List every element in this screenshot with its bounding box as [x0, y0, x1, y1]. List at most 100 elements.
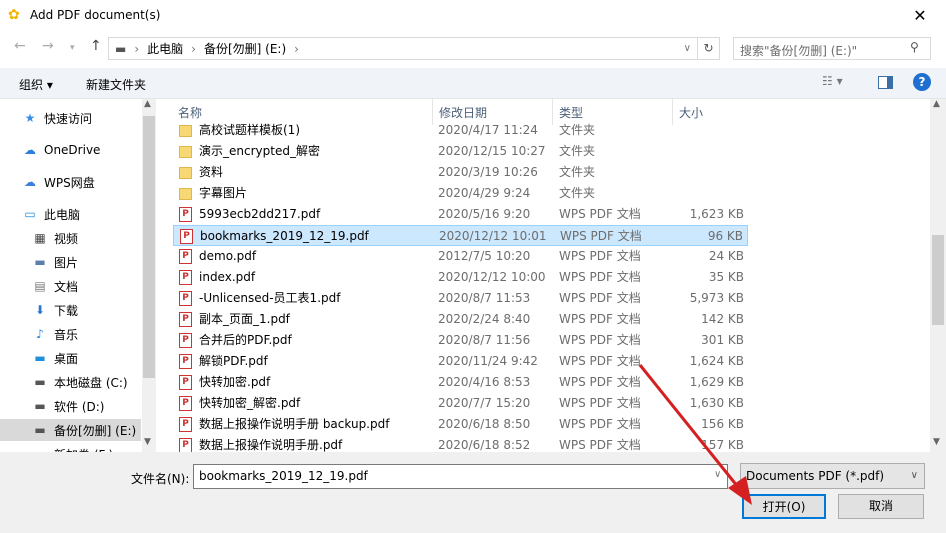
recent-dropdown-icon[interactable]: ▾ [70, 43, 75, 53]
file-row[interactable]: Pdemo.pdf 2012/7/5 10:20 WPS PDF 文档 24 KB [173, 246, 748, 267]
pdf-file-icon: P [180, 229, 193, 244]
file-type: WPS PDF 文档 [560, 229, 642, 243]
nav-item[interactable]: ▬ 桌面 [0, 347, 141, 369]
nav-item[interactable]: ☁ OneDrive [0, 139, 141, 161]
file-date: 2020/12/12 10:00 [438, 270, 546, 284]
column-date[interactable]: 修改日期 [439, 104, 487, 121]
toolbar: 组织 ▾ 新建文件夹 ☷ ▾ ? [0, 68, 946, 99]
file-type: WPS PDF 文档 [559, 312, 641, 326]
file-row[interactable]: 字幕图片 2020/4/29 9:24 文件夹 [173, 183, 748, 204]
file-name: 数据上报操作说明手册.pdf [199, 438, 343, 452]
file-row[interactable]: 高校试题样模板(1) 2020/4/17 11:24 文件夹 [173, 120, 748, 141]
nav-item[interactable]: ★ 快速访问 [0, 107, 141, 129]
file-type: WPS PDF 文档 [559, 438, 641, 452]
filename-label: 文件名(N): [131, 472, 190, 486]
breadcrumb-drive-e[interactable]: 备份[勿删] (E:) [204, 40, 286, 57]
nav-scrollbar[interactable]: ▲ ▼ [142, 99, 156, 452]
file-row[interactable]: 演示_encrypted_解密 2020/12/15 10:27 文件夹 [173, 141, 748, 162]
file-size: 1,629 KB [689, 375, 744, 389]
column-type[interactable]: 类型 [559, 104, 583, 121]
preview-pane-icon[interactable] [878, 76, 893, 89]
filename-dropdown-icon[interactable]: ∨ [714, 469, 721, 480]
file-list-scrollbar[interactable]: ▲ ▼ [930, 99, 946, 452]
new-folder-button[interactable]: 新建文件夹 [86, 76, 146, 93]
file-type: WPS PDF 文档 [559, 207, 641, 221]
column-name[interactable]: 名称 [178, 104, 202, 121]
pdf-file-icon: P [179, 417, 192, 432]
nav-label: 快速访问 [44, 111, 93, 126]
filename-input[interactable]: bookmarks_2019_12_19.pdf [193, 464, 728, 489]
file-name: 副本_页面_1.pdf [199, 312, 290, 326]
nav-icon: ☁ [24, 175, 36, 189]
view-options-icon[interactable]: ☷ ▾ [822, 74, 843, 88]
file-row[interactable]: P -Unlicensed-员工表1.pdf 2020/8/7 11:53 WPS P… [173, 288, 748, 309]
nav-icon: ♪ [36, 327, 44, 341]
address-dropdown-icon[interactable]: ∨ [684, 43, 691, 54]
pdf-file-icon: P [179, 354, 192, 369]
file-name: 快转加密_解密.pdf [199, 396, 301, 410]
nav-item[interactable]: ▭ 此电脑 [0, 203, 141, 225]
nav-icon: ☁ [24, 143, 36, 157]
help-icon[interactable]: ? [913, 73, 931, 91]
back-button[interactable]: ← [14, 38, 26, 54]
open-button[interactable]: 打开(O) [742, 494, 826, 519]
file-size: 157 KB [701, 438, 744, 452]
file-name: 数据上报操作说明手册 backup.pdf [199, 417, 390, 431]
file-date: 2020/3/19 10:26 [438, 165, 538, 179]
refresh-button[interactable]: ↻ [698, 37, 720, 60]
file-row[interactable]: P 数据上报操作说明手册 backup.pdf 2020/6/18 8:50 WPS … [173, 414, 748, 435]
nav-item[interactable]: ▦ 视频 [0, 227, 141, 249]
file-size: 142 KB [701, 312, 744, 326]
nav-item[interactable]: ▬新加卷 (F:) [0, 443, 141, 452]
pdf-file-icon: P [179, 249, 192, 264]
file-name: 字幕图片 [199, 186, 248, 200]
nav-label: 本地磁盘 (C:) [54, 375, 128, 390]
file-type: WPS PDF 文档 [559, 270, 641, 284]
file-date: 2020/7/7 15:20 [438, 396, 531, 410]
file-row[interactable]: P 5993ecb2dd217.pdf 2020/5/16 9:20 WPS PDF … [173, 204, 748, 225]
nav-item[interactable]: ☁ WPS网盘 [0, 171, 141, 193]
file-row[interactable]: Pbookmarks_2019_12_19.pdf 2020/12/12 10:0… [173, 225, 748, 246]
address-bar[interactable]: ▬ › 此电脑 › 备份[勿删] (E:) › ∨ [108, 37, 698, 60]
breadcrumb-this-pc[interactable]: 此电脑 [147, 40, 183, 57]
nav-item[interactable]: ♪ 音乐 [0, 323, 141, 345]
navigation-pane: ★ 快速访问 ☁ OneDrive ☁ WPS网盘 ▭ 此电脑 ▦ 视频 ▬ 图片 ▤ 文档 ⬇ 下载 ♪ 音乐 ▬… [0, 99, 156, 452]
nav-item[interactable]: ▬ 本地磁盘 (C:) [0, 371, 141, 393]
file-row[interactable]: P 合并后的PDF.pdf 2020/8/7 11:56 WPS PDF 文档 301 … [173, 330, 748, 351]
nav-icon: ▬ [34, 351, 46, 365]
search-input[interactable]: 搜索"备份[勿删] (E:)" [733, 37, 931, 60]
nav-label: 此电脑 [44, 207, 81, 222]
file-list: 名称 ^ 修改日期 类型 大小 高校试题样模板(1) 2020/4/17 11:2… [170, 99, 930, 452]
nav-item[interactable]: ▬ 图片 [0, 251, 141, 273]
nav-item[interactable]: ⬇ 下载 [0, 299, 141, 321]
close-button[interactable]: ✕ [900, 4, 940, 28]
cancel-button[interactable]: 取消 [838, 494, 924, 519]
organize-button[interactable]: 组织 ▾ [19, 76, 53, 93]
file-name: 资料 [199, 165, 224, 179]
file-date: 2020/8/7 11:53 [438, 291, 531, 305]
file-date: 2020/8/7 11:56 [438, 333, 531, 347]
file-row[interactable]: P 快转加密_解密.pdf 2020/7/7 15:20 WPS PDF 文档 1,63… [173, 393, 748, 414]
file-row[interactable]: P 副本_页面_1.pdf 2020/2/24 8:40 WPS PDF 文档 142 … [173, 309, 748, 330]
file-row[interactable]: P 数据上报操作说明手册.pdf 2020/6/18 8:52 WPS PDF 文档 1… [173, 435, 748, 452]
file-date: 2020/4/29 9:24 [438, 186, 531, 200]
search-icon[interactable]: ⚲ [910, 40, 919, 54]
up-button[interactable]: ↑ [90, 38, 102, 54]
file-row[interactable]: P 快转加密.pdf 2020/4/16 8:53 WPS PDF 文档 1,629 K… [173, 372, 748, 393]
forward-button[interactable]: → [42, 38, 54, 54]
file-type-select[interactable]: Documents PDF (*.pdf) ∨ [740, 463, 925, 489]
file-row[interactable]: 资料 2020/3/19 10:26 文件夹 [173, 162, 748, 183]
file-row[interactable]: P 解锁PDF.pdf 2020/11/24 9:42 WPS PDF 文档 1,624… [173, 351, 748, 372]
nav-item[interactable]: ▤ 文档 [0, 275, 141, 297]
file-type: 文件夹 [559, 123, 596, 137]
nav-icon: ★ [24, 111, 36, 125]
nav-item[interactable]: ▬ 软件 (D:) [0, 395, 141, 417]
nav-item[interactable]: ▬ 备份[勿删] (E:) [0, 419, 141, 441]
file-date: 2020/6/18 8:50 [438, 417, 531, 431]
file-type: WPS PDF 文档 [559, 354, 641, 368]
file-size: 156 KB [701, 417, 744, 431]
nav-label: 视频 [54, 231, 79, 246]
nav-icon: ▬ [34, 399, 46, 413]
column-size[interactable]: 大小 [679, 104, 703, 121]
file-row[interactable]: Pindex.pdf 2020/12/12 10:00 WPS PDF 文档 35 K… [173, 267, 748, 288]
